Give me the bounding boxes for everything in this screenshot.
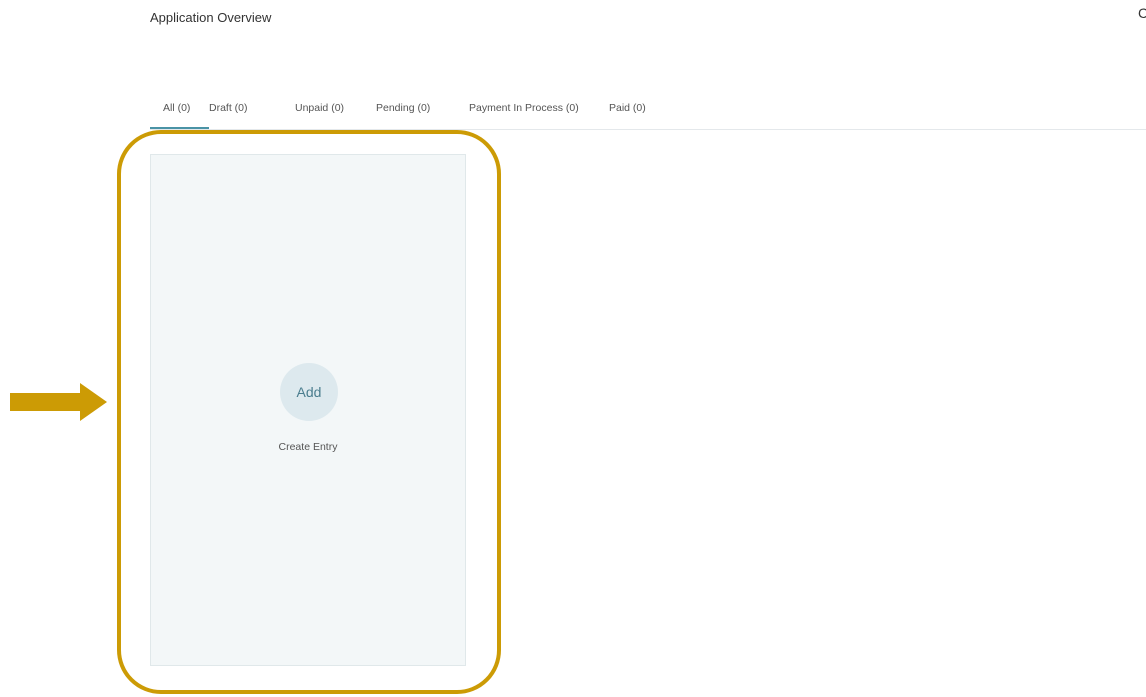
tab-unpaid[interactable]: Unpaid (0) [295,95,376,128]
page-title: Application Overview [150,10,272,25]
tab-all[interactable]: All (0) [150,95,209,129]
tab-draft[interactable]: Draft (0) [209,95,295,128]
create-entry-card[interactable]: Add Create Entry [150,154,466,666]
tab-paid[interactable]: Paid (0) [609,95,669,128]
arrow-right-icon [10,383,107,421]
tab-payment-in-process[interactable]: Payment In Process (0) [469,95,609,128]
status-tabs: All (0) Draft (0) Unpaid (0) Pending (0)… [150,95,1146,130]
header-right-control[interactable]: C [1138,5,1146,21]
create-entry-label: Create Entry [278,441,338,453]
tab-pending[interactable]: Pending (0) [376,95,469,128]
add-button[interactable]: Add [280,363,338,421]
